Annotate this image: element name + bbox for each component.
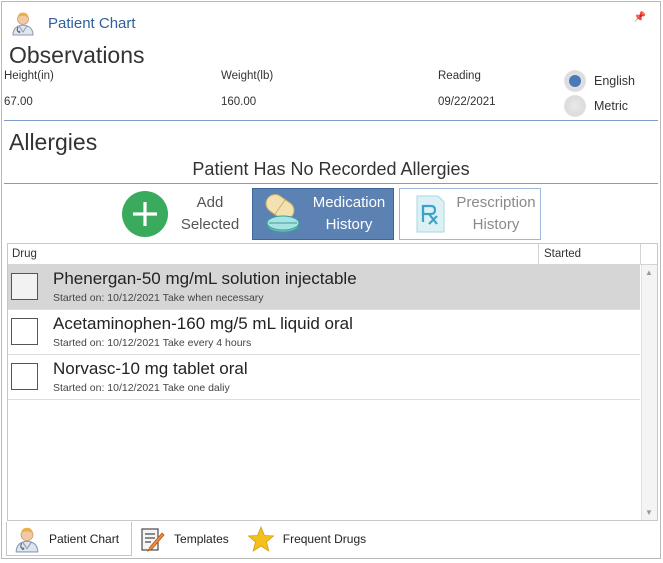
grid-rows: Phenergan-50 mg/mL solution injectable S… bbox=[8, 265, 640, 400]
doctor-icon bbox=[15, 527, 39, 552]
add-label-line2: Selected bbox=[180, 216, 240, 233]
row-checkbox[interactable] bbox=[11, 273, 38, 300]
weight-label: Weight(lb) bbox=[221, 70, 274, 82]
reading-label: Reading bbox=[438, 70, 481, 82]
radio-metric-button[interactable] bbox=[564, 95, 586, 117]
column-header-started[interactable]: Started bbox=[544, 248, 581, 260]
tab-templates[interactable]: Templates bbox=[132, 522, 241, 556]
observations-heading: Observations bbox=[9, 42, 145, 68]
add-selected-label: Add Selected bbox=[180, 192, 240, 236]
scroll-down-arrow-icon[interactable]: ▼ bbox=[645, 508, 653, 517]
medication-history-button[interactable]: Medication History bbox=[252, 188, 394, 240]
drug-details: Started on: 10/12/2021 Take when necessa… bbox=[53, 292, 264, 304]
medication-grid: Drug Started Phenergan-50 mg/mL solution… bbox=[7, 243, 658, 521]
pin-icon[interactable]: 📌 bbox=[634, 12, 646, 23]
tab-templates-label: Templates bbox=[174, 532, 229, 546]
column-separator bbox=[640, 244, 641, 265]
allergies-heading: Allergies bbox=[9, 129, 98, 155]
radio-metric-label: Metric bbox=[594, 99, 629, 113]
bottom-tab-bar: Patient Chart Templates Frequent Drugs bbox=[6, 522, 378, 558]
window-title-bar: Patient Chart bbox=[10, 10, 136, 36]
patient-chart-window: Patient Chart 📌 Observations Height(in) … bbox=[1, 1, 661, 559]
rx-label-line2: History bbox=[472, 216, 520, 233]
section-divider bbox=[4, 183, 658, 184]
unit-system-radio-group: English Metric bbox=[564, 69, 635, 118]
med-label-line2: History bbox=[325, 216, 373, 233]
medication-history-label: Medication History bbox=[305, 192, 393, 236]
row-checkbox[interactable] bbox=[11, 363, 38, 390]
table-row[interactable]: Phenergan-50 mg/mL solution injectable S… bbox=[8, 265, 640, 310]
prescription-icon bbox=[416, 195, 445, 233]
clipboard-pencil-icon bbox=[141, 528, 165, 552]
drug-details: Started on: 10/12/2021 Take every 4 hour… bbox=[53, 337, 252, 349]
radio-selected-dot bbox=[569, 75, 581, 87]
drug-name: Phenergan-50 mg/mL solution injectable bbox=[53, 269, 357, 288]
column-separator[interactable] bbox=[538, 244, 539, 265]
drug-name: Acetaminophen-160 mg/5 mL liquid oral bbox=[53, 314, 353, 333]
row-checkbox[interactable] bbox=[11, 318, 38, 345]
height-value: 67.00 bbox=[4, 96, 33, 108]
weight-value: 160.00 bbox=[221, 96, 257, 108]
table-row[interactable]: Norvasc-10 mg tablet oral Started on: 10… bbox=[8, 355, 640, 400]
radio-english[interactable]: English bbox=[564, 69, 635, 93]
scroll-up-arrow-icon[interactable]: ▲ bbox=[645, 268, 653, 277]
plus-circle-icon bbox=[122, 191, 168, 237]
table-row[interactable]: Acetaminophen-160 mg/5 mL liquid oral St… bbox=[8, 310, 640, 355]
add-label-line1: Add bbox=[196, 194, 224, 211]
allergies-message: Patient Has No Recorded Allergies bbox=[192, 159, 470, 179]
rx-label-line1: Prescription bbox=[456, 194, 536, 211]
pills-icon bbox=[265, 194, 300, 233]
radio-english-button[interactable] bbox=[564, 70, 586, 92]
med-label-line1: Medication bbox=[312, 194, 386, 211]
doctor-icon bbox=[12, 12, 34, 36]
radio-metric[interactable]: Metric bbox=[564, 94, 635, 118]
tab-frequent-drugs-label: Frequent Drugs bbox=[282, 532, 367, 546]
window-title: Patient Chart bbox=[48, 14, 136, 32]
section-divider bbox=[4, 120, 658, 121]
vertical-scrollbar[interactable]: ▲ ▼ bbox=[641, 265, 657, 520]
weight-field: Weight(lb) 160.00 bbox=[221, 70, 274, 108]
action-toolbar: Add Selected Medication History Prescrip… bbox=[122, 188, 541, 240]
height-field: Height(in) 67.00 bbox=[4, 70, 54, 108]
reading-field: Reading 09/22/2021 bbox=[438, 70, 496, 108]
drug-details: Started on: 10/12/2021 Take one daliy bbox=[53, 382, 230, 394]
add-selected-button[interactable]: Add Selected bbox=[122, 188, 244, 240]
star-icon bbox=[247, 525, 275, 552]
radio-english-label: English bbox=[594, 74, 635, 88]
column-header-drug[interactable]: Drug bbox=[12, 248, 37, 260]
drug-name: Norvasc-10 mg tablet oral bbox=[53, 359, 248, 378]
prescription-history-button[interactable]: Prescription History bbox=[399, 188, 541, 240]
prescription-history-label: Prescription History bbox=[452, 192, 540, 236]
tab-patient-chart[interactable]: Patient Chart bbox=[6, 522, 133, 556]
tab-frequent-drugs[interactable]: Frequent Drugs bbox=[241, 522, 378, 556]
grid-header: Drug Started bbox=[8, 244, 657, 265]
reading-date-value: 09/22/2021 bbox=[438, 96, 496, 108]
height-label: Height(in) bbox=[4, 70, 54, 82]
tab-patient-chart-label: Patient Chart bbox=[49, 531, 120, 546]
